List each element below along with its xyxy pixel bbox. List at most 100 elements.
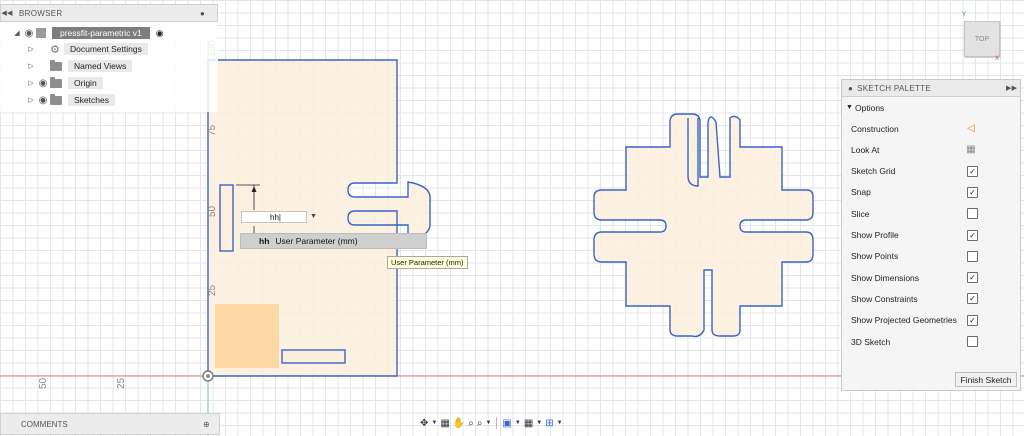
chevron-right-icon[interactable]: ▷ <box>26 62 36 70</box>
palette-option-row[interactable]: Show Dimensions ✓ <box>842 267 1020 288</box>
sketch-palette: ● SKETCH PALETTE ▶▶ ▼ Options Constructi… <box>841 79 1021 391</box>
toolbar-separator <box>496 417 498 429</box>
palette-option-label: Show Points <box>851 251 899 262</box>
checkbox-3d-sketch[interactable] <box>967 336 978 347</box>
palette-header[interactable]: ● SKETCH PALETTE ▶▶ <box>842 80 1020 97</box>
tree-item-root[interactable]: ◢ ◉ pressfit-parametric v1 ◉ <box>12 26 164 40</box>
chevron-down-icon[interactable]: ▼ <box>536 420 542 426</box>
palette-close-icon[interactable]: ● <box>848 84 853 93</box>
chevron-right-icon[interactable]: ▷ <box>26 45 36 53</box>
palette-option-row[interactable]: Snap ✓ <box>842 182 1020 203</box>
palette-option-row[interactable]: Show Constraints ✓ <box>842 288 1020 309</box>
side-slot[interactable] <box>219 184 234 252</box>
palette-option-row[interactable]: Sketch Grid ✓ <box>842 161 1020 182</box>
eye-icon[interactable]: ◉ <box>36 95 50 106</box>
browser-header[interactable]: ◀◀ BROWSER ● <box>0 4 218 22</box>
viewports-icon[interactable]: ⊞ <box>545 418 553 429</box>
folder-icon <box>50 76 62 88</box>
autocomplete-item[interactable]: hh User Parameter (mm) <box>240 233 427 249</box>
gear-icon: ⚙ <box>50 43 60 56</box>
grid-settings-icon[interactable]: ▦ <box>524 418 533 429</box>
zoom-icon[interactable]: ⌕ <box>468 418 474 429</box>
cross-profile[interactable] <box>593 113 814 338</box>
palette-option-row[interactable]: Slice <box>842 203 1020 224</box>
pin-icon[interactable]: ● <box>200 9 205 18</box>
display-settings-icon[interactable]: ▣ <box>502 418 511 429</box>
ruler-label-75: 75 <box>207 124 218 136</box>
autocomplete-text: User Parameter (mm) <box>275 236 358 246</box>
orbit-icon[interactable]: ✥ <box>420 418 428 429</box>
folder-icon <box>50 59 62 71</box>
options-section-header[interactable]: ▼ Options <box>842 97 1020 118</box>
palette-option-row[interactable]: Show Profile ✓ <box>842 225 1020 246</box>
tree-item-sketches[interactable]: ▷ ◉ Sketches <box>26 93 115 107</box>
palette-option-label: Slice <box>851 208 870 219</box>
tooltip: User Parameter (mm) <box>387 256 468 269</box>
expand-right-icon[interactable]: ▶▶ <box>1006 84 1017 92</box>
browser-title: BROWSER <box>19 8 63 18</box>
palette-option-label: Look At <box>851 144 880 155</box>
chevron-down-icon[interactable]: ▼ <box>557 420 563 426</box>
construction-icon[interactable]: ◁ <box>965 123 977 134</box>
checkbox-show-projected-geometries[interactable]: ✓ <box>967 314 978 326</box>
axis-triad-icon: Y <box>962 12 967 18</box>
zoom-window-icon[interactable]: ⌕ <box>477 418 483 429</box>
pan-hand-icon[interactable]: ✋ <box>453 418 465 429</box>
checkbox-show-dimensions[interactable]: ✓ <box>967 272 978 284</box>
tree-item-label: Origin <box>68 77 103 89</box>
palette-option-row[interactable]: Look At ▦ <box>842 139 1020 160</box>
ruler-label-50: 50 <box>207 205 218 217</box>
checkbox-slice[interactable] <box>967 208 978 220</box>
finish-sketch-button[interactable]: Finish Sketch <box>955 372 1017 387</box>
checkbox-snap[interactable]: ✓ <box>967 186 978 198</box>
tree-item-named-views[interactable]: ▷ ◉ Named Views <box>26 59 133 73</box>
palette-option-label: Snap <box>851 187 871 198</box>
eye-icon[interactable]: ◉ <box>36 78 50 89</box>
chevron-down-icon[interactable]: ▼ <box>431 420 437 426</box>
palette-option-row[interactable]: 3D Sketch <box>842 331 1020 352</box>
view-cube-label: TOP <box>974 35 990 43</box>
chevron-down-icon[interactable]: ▼ <box>310 213 317 220</box>
axis-triad-icon: X <box>995 56 1000 62</box>
checkbox-show-profile[interactable]: ✓ <box>967 229 978 241</box>
palette-option-label: Sketch Grid <box>851 166 896 177</box>
comments-title: COMMENTS <box>21 419 68 429</box>
chevron-right-icon[interactable]: ▷ <box>26 79 36 87</box>
finish-sketch-label: Finish Sketch <box>960 374 1012 385</box>
add-comment-icon[interactable]: ⊕ <box>203 420 210 429</box>
chevron-right-icon[interactable]: ▷ <box>26 96 36 104</box>
palette-option-row[interactable]: Construction ◁ <box>842 118 1020 139</box>
checkbox-show-points[interactable] <box>967 250 978 262</box>
chevron-down-icon[interactable]: ▼ <box>515 420 521 426</box>
slot-rectangle[interactable] <box>281 349 346 364</box>
dimension-input[interactable]: hh | <box>241 211 307 223</box>
palette-option-label: Show Dimensions <box>851 272 920 283</box>
chevron-down-icon[interactable]: ▼ <box>846 104 853 111</box>
tree-item-label: pressfit-parametric v1 <box>52 27 150 39</box>
view-cube[interactable]: TOP <box>964 21 1000 57</box>
tree-item-label: Document Settings <box>64 43 148 55</box>
folder-icon <box>50 93 62 105</box>
tree-item-document-settings[interactable]: ▷ ◉ ⚙ Document Settings <box>26 42 148 56</box>
checkbox-show-constraints[interactable]: ✓ <box>967 293 978 305</box>
calendar-icon[interactable]: ▦ <box>965 144 977 155</box>
palette-option-row[interactable]: Show Projected Geometries ✓ <box>842 310 1020 331</box>
chevron-down-icon[interactable]: ◢ <box>12 29 22 37</box>
checkbox-sketch-grid[interactable]: ✓ <box>967 165 978 177</box>
autocomplete-prefix: hh <box>259 236 270 246</box>
radio-icon[interactable]: ◉ <box>156 28 164 39</box>
tree-item-label: Sketches <box>68 94 115 106</box>
document-icon <box>36 28 46 38</box>
comments-panel[interactable]: COMMENTS ⊕ <box>0 413 220 435</box>
collapse-left-icon[interactable]: ◀◀ <box>1 9 13 17</box>
chevron-down-icon[interactable]: ▼ <box>485 420 491 426</box>
calendar-icon[interactable]: ▦ <box>440 418 449 429</box>
palette-option-row[interactable]: Show Points <box>842 246 1020 267</box>
tree-item-origin[interactable]: ▷ ◉ Origin <box>26 76 103 90</box>
options-section-label: Options <box>855 102 885 113</box>
eye-icon[interactable]: ◉ <box>22 28 36 39</box>
palette-option-label: Construction <box>851 123 899 134</box>
browser-panel: ◀◀ BROWSER ● ◢ ◉ pressfit-parametric v1 … <box>0 4 218 112</box>
selected-profile[interactable] <box>215 304 279 368</box>
text-cursor: | <box>278 212 281 222</box>
